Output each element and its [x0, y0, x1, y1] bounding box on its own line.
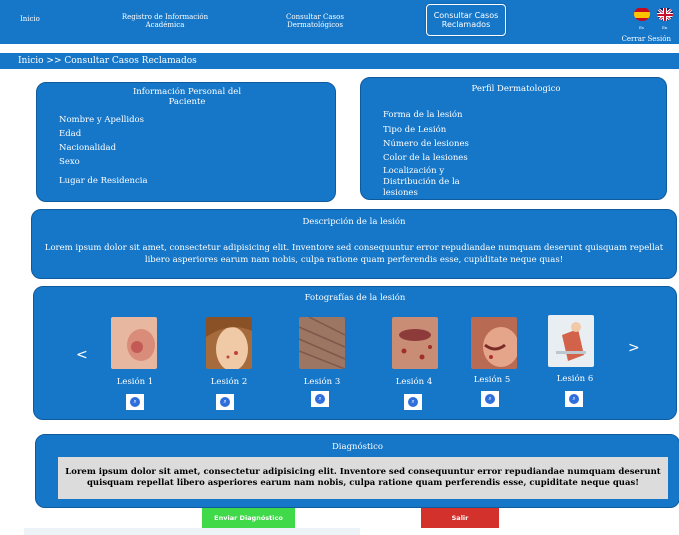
footer-strip — [24, 528, 360, 535]
lesion-photo-6[interactable] — [548, 315, 594, 367]
lesion-label-3: Lesión 3 — [303, 377, 341, 387]
field-sex: Sexo — [59, 157, 80, 167]
zoom-button-5[interactable]: ⌕ — [481, 391, 499, 407]
lesion-photo-3[interactable] — [299, 317, 345, 369]
derm-profile-card: Perfil Dermatologico Forma de la lesión … — [360, 77, 667, 200]
nav-home[interactable]: Inicio — [20, 15, 40, 23]
diagnosis-title: Diagnóstico — [331, 442, 383, 452]
lesion-label-2: Lesión 2 — [210, 377, 248, 387]
magnifier-icon: ⌕ — [220, 397, 230, 407]
diagnosis-card: Diagnóstico Lorem ipsum dolor sit amet, … — [35, 434, 679, 508]
nav-derm-cases[interactable]: Consultar Casos Dermatológicos — [270, 13, 360, 29]
send-diagnosis-button[interactable]: Enviar Diagnóstico — [202, 508, 295, 528]
photos-title: Fotografías de la lesión — [304, 293, 406, 303]
personal-info-title: Información Personal del Paciente — [132, 87, 242, 107]
photos-card: Fotografías de la lesión < > Lesión 1 Le… — [33, 286, 677, 420]
lesion-label-6: Lesión 6 — [556, 374, 594, 384]
lesion-photo-1[interactable] — [111, 317, 157, 369]
magnifier-icon: ⌕ — [408, 397, 418, 407]
lesion-label-5: Lesión 5 — [473, 375, 511, 385]
field-age: Edad — [59, 129, 82, 139]
nav-claimed-cases[interactable]: Consultar Casos Reclamados — [426, 4, 506, 36]
personal-info-card: Información Personal del Paciente Nombre… — [36, 82, 336, 202]
description-title: Descripción de la lesión — [302, 217, 406, 227]
field-lesion-type: Tipo de Lesión — [383, 125, 447, 135]
next-arrow-icon[interactable]: > — [628, 340, 640, 356]
field-lesion-location: Localización y Distribución de la lesion… — [383, 166, 460, 198]
lesion-photo-2[interactable] — [206, 317, 252, 369]
magnifier-icon: ⌕ — [315, 394, 325, 404]
field-lesion-shape: Forma de la lesión — [383, 110, 463, 120]
zoom-button-6[interactable]: ⌕ — [565, 391, 583, 407]
description-card: Descripción de la lesión Lorem ipsum dol… — [31, 209, 677, 279]
uk-flag-icon[interactable] — [657, 7, 673, 21]
zoom-button-1[interactable]: ⌕ — [126, 394, 144, 410]
prev-arrow-icon[interactable]: < — [76, 347, 88, 363]
magnifier-icon: ⌕ — [569, 394, 579, 404]
field-lesion-count: Número de lesiones — [383, 139, 469, 149]
spain-flag-icon[interactable] — [634, 7, 650, 21]
lesion-photo-5[interactable] — [471, 317, 517, 369]
exit-button[interactable]: Salir — [421, 508, 499, 528]
field-nationality: Nacionalidad — [59, 143, 117, 153]
zoom-button-3[interactable]: ⌕ — [311, 391, 329, 407]
top-navbar: Inicio Registro de Información Académica… — [0, 0, 679, 46]
lang-es-label: Es — [639, 25, 644, 30]
zoom-button-2[interactable]: ⌕ — [216, 394, 234, 410]
nav-academic-info[interactable]: Registro de Información Académica — [120, 13, 210, 29]
magnifier-icon: ⌕ — [130, 397, 140, 407]
logout-link[interactable]: Cerrar Sesión — [622, 35, 671, 43]
magnifier-icon: ⌕ — [485, 394, 495, 404]
lesion-photo-4[interactable] — [392, 317, 438, 369]
field-lesion-color: Color de la lesiones — [383, 153, 468, 163]
zoom-button-4[interactable]: ⌕ — [404, 394, 422, 410]
breadcrumb-bar: Inicio >> Consultar Casos Reclamados — [0, 53, 679, 69]
field-residence: Lugar de Residencia — [59, 176, 148, 186]
lesion-label-1: Lesión 1 — [116, 377, 154, 387]
lang-en-label: En — [662, 25, 668, 30]
description-text: Lorem ipsum dolor sit amet, consectetur … — [44, 243, 664, 265]
diagnosis-text[interactable]: Lorem ipsum dolor sit amet, consectetur … — [58, 457, 668, 499]
derm-profile-title: Perfil Dermatologico — [471, 84, 561, 94]
lesion-label-4: Lesión 4 — [395, 377, 433, 387]
field-name: Nombre y Apellidos — [59, 115, 145, 125]
breadcrumb[interactable]: Inicio >> Consultar Casos Reclamados — [18, 53, 197, 69]
